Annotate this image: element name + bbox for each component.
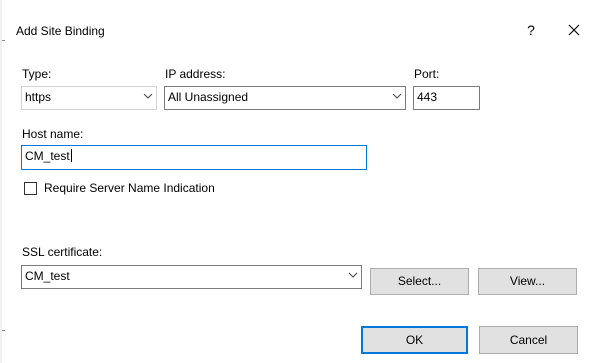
type-dropdown-value: https xyxy=(25,90,52,104)
ok-button-label: OK xyxy=(405,333,424,347)
select-certificate-button[interactable]: Select... xyxy=(370,268,469,295)
left-window-edge xyxy=(0,0,2,363)
view-certificate-button[interactable]: View... xyxy=(478,268,577,295)
chevron-down-icon xyxy=(348,272,358,278)
chevron-down-icon xyxy=(392,93,402,99)
title-bar: Add Site Binding ? xyxy=(2,0,597,40)
cancel-button-label: Cancel xyxy=(509,333,548,347)
host-name-value: CM_test xyxy=(25,149,72,163)
type-label: Type: xyxy=(22,67,52,81)
ip-address-value: All Unassigned xyxy=(168,90,249,104)
ssl-certificate-value: CM_test xyxy=(25,269,70,283)
port-value: 443 xyxy=(417,90,438,104)
ok-button[interactable]: OK xyxy=(361,326,468,354)
view-button-label: View... xyxy=(509,274,546,288)
cancel-button[interactable]: Cancel xyxy=(479,326,578,354)
sni-checkbox[interactable] xyxy=(24,182,37,195)
chevron-down-icon xyxy=(143,93,153,99)
close-icon xyxy=(568,24,580,36)
host-name-label: Host name: xyxy=(22,127,84,141)
port-input[interactable]: 443 xyxy=(413,86,480,110)
host-name-input[interactable]: CM_test xyxy=(21,145,367,170)
type-dropdown[interactable]: https xyxy=(21,86,157,110)
add-site-binding-dialog: Add Site Binding ? Type: https IP addres… xyxy=(0,0,597,363)
close-button[interactable] xyxy=(557,19,591,41)
ip-address-label: IP address: xyxy=(165,67,226,81)
ip-address-dropdown[interactable]: All Unassigned xyxy=(164,86,406,110)
help-button[interactable]: ? xyxy=(516,19,546,41)
text-caret xyxy=(70,149,72,162)
dialog-title: Add Site Binding xyxy=(16,24,105,38)
sni-label[interactable]: Require Server Name Indication xyxy=(44,181,215,195)
left-edge-tick xyxy=(2,40,5,41)
left-edge-tick xyxy=(2,330,5,331)
port-label: Port: xyxy=(414,67,440,81)
ssl-certificate-label: SSL certificate: xyxy=(22,245,103,259)
ssl-certificate-dropdown[interactable]: CM_test xyxy=(21,265,362,289)
select-button-label: Select... xyxy=(397,274,442,288)
